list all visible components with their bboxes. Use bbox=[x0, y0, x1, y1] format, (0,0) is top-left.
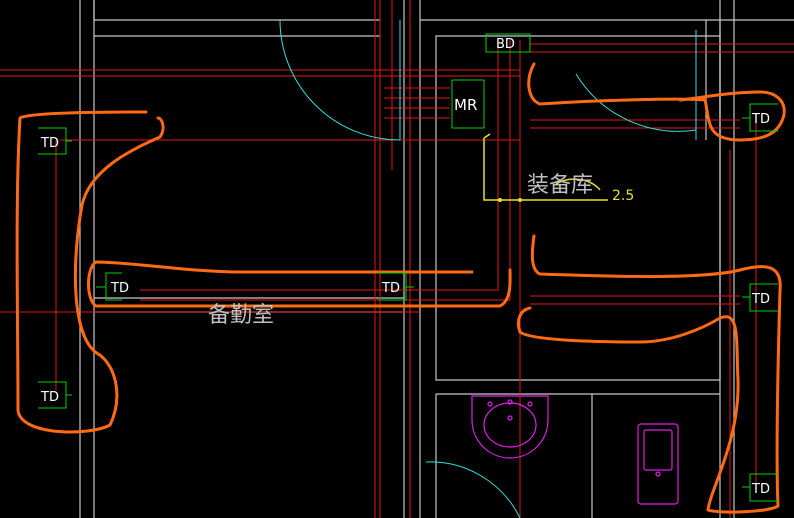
media-room-box: MR bbox=[451, 79, 485, 129]
route-right-lower bbox=[516, 234, 782, 514]
walls bbox=[79, 0, 794, 518]
outlet-td-6: TD bbox=[742, 283, 778, 312]
outlet-td-label: TD bbox=[751, 112, 770, 127]
mr-label: MR bbox=[454, 96, 477, 114]
route-upper-right bbox=[527, 62, 786, 142]
toilet-symbol bbox=[637, 423, 679, 505]
outlet-td-label: TD bbox=[40, 390, 59, 405]
door-swings bbox=[279, 19, 697, 518]
cad-drawing-canvas: 2.5 装备库 备勤室 BD MR TD TD TD TD TD TD TD bbox=[0, 0, 794, 518]
outlet-td-5: TD bbox=[742, 103, 778, 132]
outlet-td-4: TD bbox=[38, 381, 72, 409]
bd-label: BD bbox=[496, 37, 515, 52]
outlet-td-label: TD bbox=[381, 281, 400, 296]
cable-lines bbox=[0, 0, 794, 518]
outlet-td-7: TD bbox=[742, 473, 778, 502]
outlet-td-3: TD bbox=[378, 272, 414, 301]
outlet-td-label: TD bbox=[40, 136, 59, 151]
outlet-td-label: TD bbox=[751, 482, 770, 497]
sanitary-fixtures bbox=[471, 395, 679, 505]
outlet-td-label: TD bbox=[110, 281, 129, 296]
wash-basin-symbol bbox=[471, 395, 549, 459]
room-label-equipment: 装备库 bbox=[527, 173, 593, 198]
building-distributor: BD bbox=[485, 33, 531, 53]
outlet-td-1: TD bbox=[38, 127, 72, 155]
route-corridor bbox=[87, 260, 512, 308]
room-label-duty: 备勤室 bbox=[208, 303, 274, 328]
outlet-td-2: TD bbox=[96, 272, 129, 301]
dimension-note: 2.5 bbox=[612, 188, 634, 204]
outlet-td-label: TD bbox=[751, 292, 770, 307]
